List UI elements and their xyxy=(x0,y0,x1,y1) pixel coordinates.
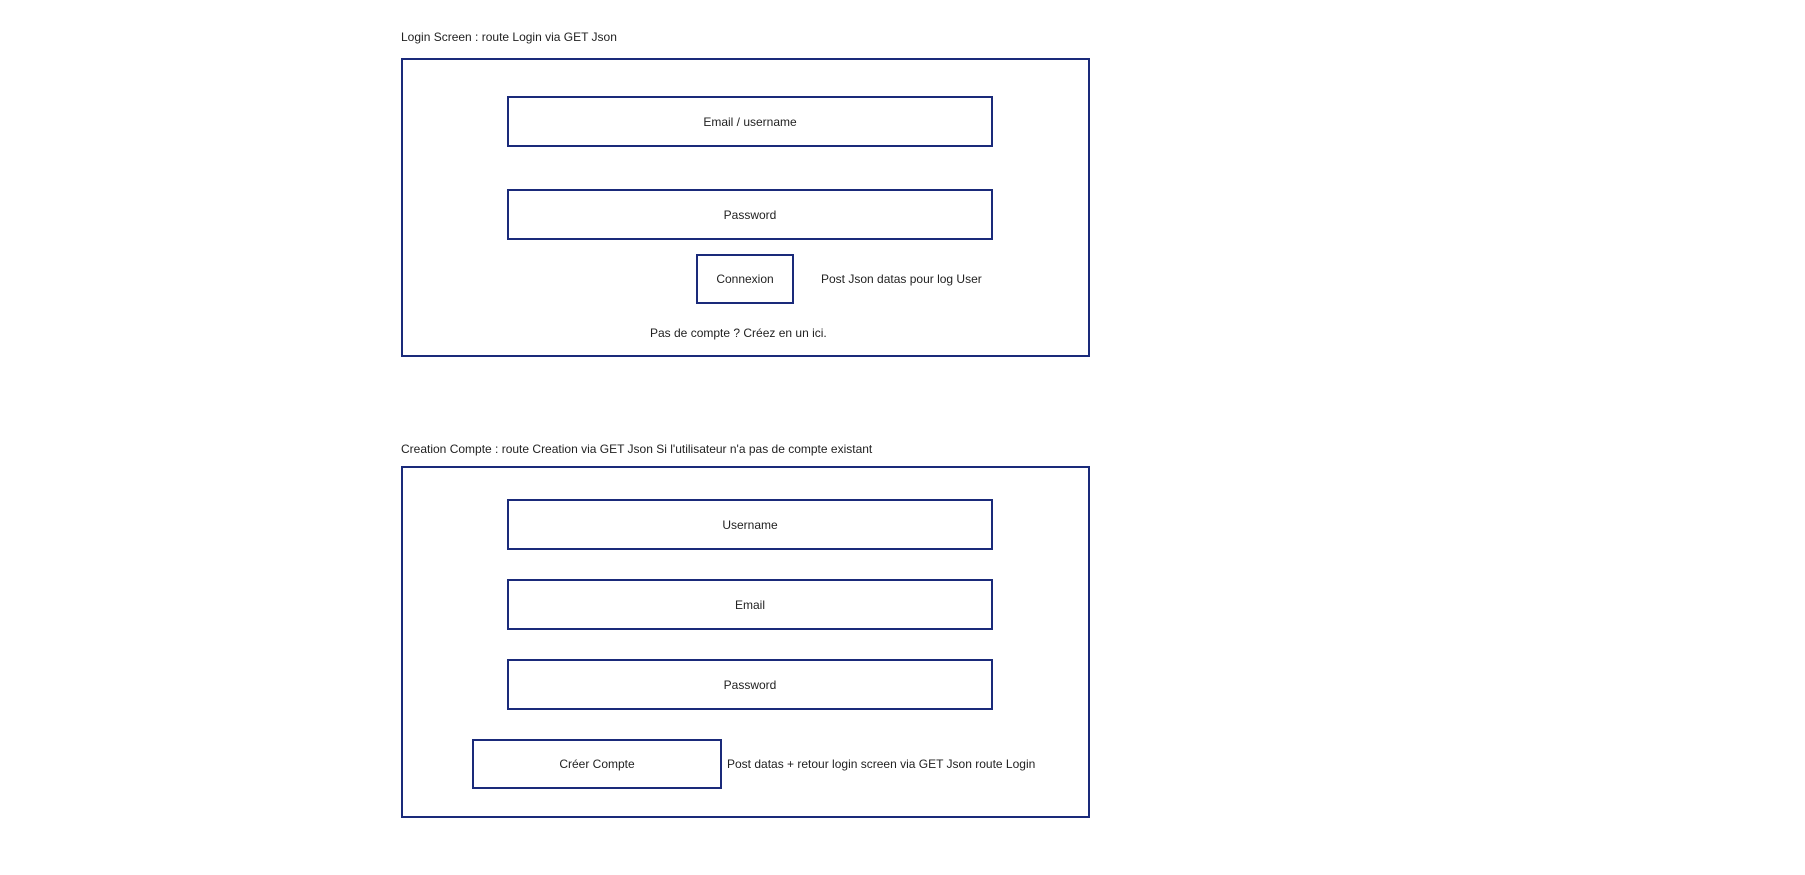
create-email-field[interactable]: Email xyxy=(507,579,993,630)
create-username-field[interactable]: Username xyxy=(507,499,993,550)
connexion-button[interactable]: Connexion xyxy=(696,254,794,304)
create-section-caption: Creation Compte : route Creation via GET… xyxy=(401,442,873,456)
create-password-field[interactable]: Password xyxy=(507,659,993,710)
login-email-username-field[interactable]: Email / username xyxy=(507,96,993,147)
login-password-field[interactable]: Password xyxy=(507,189,993,240)
connexion-note: Post Json datas pour log User xyxy=(821,272,982,286)
create-account-link[interactable]: Pas de compte ? Créez en un ici. xyxy=(650,326,827,340)
creer-compte-button[interactable]: Créer Compte xyxy=(472,739,722,789)
create-account-note: Post datas + retour login screen via GET… xyxy=(727,757,1036,771)
login-section-caption: Login Screen : route Login via GET Json xyxy=(401,30,617,44)
